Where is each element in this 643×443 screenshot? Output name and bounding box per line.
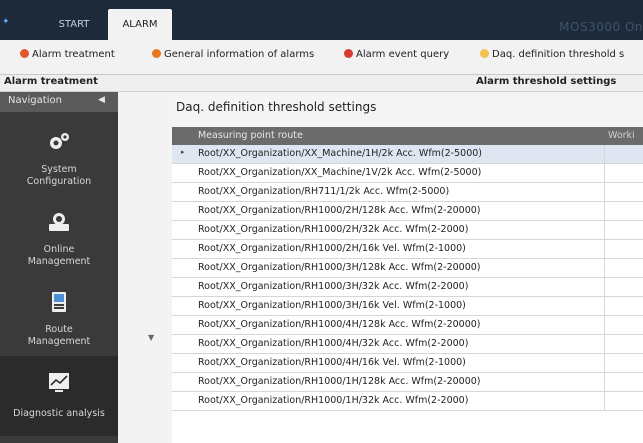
navigation-header: Navigation ◀ [0, 92, 118, 112]
route-cell: Root/XX_Organization/RH1000/2H/128k Acc.… [198, 205, 481, 216]
column-divider [604, 354, 605, 372]
route-cell: Root/XX_Organization/RH1000/4H/32k Acc. … [198, 338, 469, 349]
route-cell: Root/XX_Organization/XX_Machine/1H/2k Ac… [198, 148, 482, 159]
diagnostic-icon [49, 373, 69, 392]
section-labels: Alarm treatment Alarm threshold settings [0, 75, 643, 92]
column-divider [604, 164, 605, 182]
table-row[interactable]: Root/XX_Organization/RH711/1/2k Acc. Wfm… [172, 183, 643, 202]
measuring-points-table: Measuring point route Worki ▸ Root/XX_Org… [172, 127, 643, 443]
column-divider [604, 183, 605, 201]
table-row[interactable]: Root/XX_Organization/RH1000/3H/32k Acc. … [172, 278, 643, 297]
brand-title: MOS3000 On [559, 20, 643, 34]
alarm-event-query-button[interactable]: Alarm event query [344, 48, 449, 62]
table-row[interactable]: Root/XX_Organization/XX_Machine/1V/2k Ac… [172, 164, 643, 183]
splitter-arrow-icon[interactable]: ▼ [148, 333, 154, 342]
nav-online-management[interactable]: Online Management [0, 196, 118, 276]
tab-alarm[interactable]: ALARM [108, 9, 172, 40]
route-cell: Root/XX_Organization/RH1000/2H/16k Vel. … [198, 243, 466, 254]
route-cell: Root/XX_Organization/RH711/1/2k Acc. Wfm… [198, 186, 450, 197]
column-divider [604, 278, 605, 296]
table-row[interactable]: Root/XX_Organization/RH1000/2H/32k Acc. … [172, 221, 643, 240]
table-row[interactable]: Root/XX_Organization/RH1000/4H/128k Acc.… [172, 316, 643, 335]
route-cell: Root/XX_Organization/RH1000/4H/16k Vel. … [198, 357, 466, 368]
column-header-route[interactable]: Measuring point route [198, 130, 303, 141]
column-divider [604, 297, 605, 315]
gears-icon [50, 133, 69, 149]
route-cell: Root/XX_Organization/RH1000/3H/32k Acc. … [198, 281, 469, 292]
ribbon-toolbar: Alarm treatment General information of a… [0, 40, 643, 75]
column-divider [604, 335, 605, 353]
route-cell: Root/XX_Organization/RH1000/3H/16k Vel. … [198, 300, 466, 311]
general-info-button[interactable]: General information of alarms [152, 48, 314, 62]
row-pointer-icon: ▸ [181, 148, 185, 156]
section-label-left: Alarm treatment [4, 76, 98, 87]
table-row[interactable]: Root/XX_Organization/RH1000/4H/16k Vel. … [172, 354, 643, 373]
route-icon [52, 292, 66, 312]
table-row[interactable]: Root/XX_Organization/RH1000/2H/128k Acc.… [172, 202, 643, 221]
column-divider [604, 145, 605, 163]
alarm-treatment-button[interactable]: Alarm treatment [20, 48, 115, 62]
column-divider [604, 240, 605, 258]
column-divider [604, 221, 605, 239]
threshold-icon [480, 49, 489, 58]
tab-start[interactable]: START [46, 9, 102, 40]
collapse-icon[interactable]: ◀ [98, 95, 105, 105]
column-divider [604, 373, 605, 391]
route-cell: Root/XX_Organization/RH1000/2H/32k Acc. … [198, 224, 469, 235]
alarm-treatment-icon [20, 49, 29, 58]
table-row[interactable]: Root/XX_Organization/RH1000/3H/16k Vel. … [172, 297, 643, 316]
navigation-sidebar: Navigation ◀ System Configuration Online… [0, 92, 118, 443]
section-label-right: Alarm threshold settings [476, 76, 617, 87]
online-icon [49, 213, 69, 231]
table-row[interactable]: Root/XX_Organization/RH1000/1H/128k Acc.… [172, 373, 643, 392]
threshold-settings-button[interactable]: Daq. definition threshold s [480, 48, 624, 62]
route-cell: Root/XX_Organization/RH1000/3H/128k Acc.… [198, 262, 481, 273]
nav-system-configuration[interactable]: System Configuration [0, 116, 118, 196]
route-cell: Root/XX_Organization/RH1000/4H/128k Acc.… [198, 319, 481, 330]
alarm-query-icon [344, 49, 353, 58]
column-header-working[interactable]: Worki [608, 130, 635, 141]
splitter-area [118, 92, 168, 443]
table-row[interactable]: Root/XX_Organization/RH1000/4H/32k Acc. … [172, 335, 643, 354]
column-divider [604, 202, 605, 220]
app-logo-icon: ✦ [2, 17, 10, 27]
nav-route-management[interactable]: Route Management [0, 276, 118, 356]
table-row[interactable]: Root/XX_Organization/RH1000/2H/16k Vel. … [172, 240, 643, 259]
route-cell: Root/XX_Organization/RH1000/1H/32k Acc. … [198, 395, 469, 406]
table-row[interactable]: Root/XX_Organization/RH1000/1H/32k Acc. … [172, 392, 643, 411]
table-header: Measuring point route Worki [172, 127, 643, 145]
column-divider [604, 259, 605, 277]
main-panel: Daq. definition threshold settings Measu… [168, 92, 643, 443]
route-cell: Root/XX_Organization/RH1000/1H/128k Acc.… [198, 376, 481, 387]
top-bar: ✦ START ALARM MOS3000 On [0, 0, 643, 40]
general-info-icon [152, 49, 161, 58]
table-row[interactable]: ▸ Root/XX_Organization/XX_Machine/1H/2k A… [172, 145, 643, 164]
table-row[interactable]: Root/XX_Organization/RH1000/3H/128k Acc.… [172, 259, 643, 278]
route-cell: Root/XX_Organization/XX_Machine/1V/2k Ac… [198, 167, 482, 178]
column-divider [604, 392, 605, 410]
column-divider [604, 316, 605, 334]
page-title: Daq. definition threshold settings [176, 100, 377, 114]
nav-diagnostic-analysis[interactable]: Diagnostic analysis [0, 356, 118, 436]
